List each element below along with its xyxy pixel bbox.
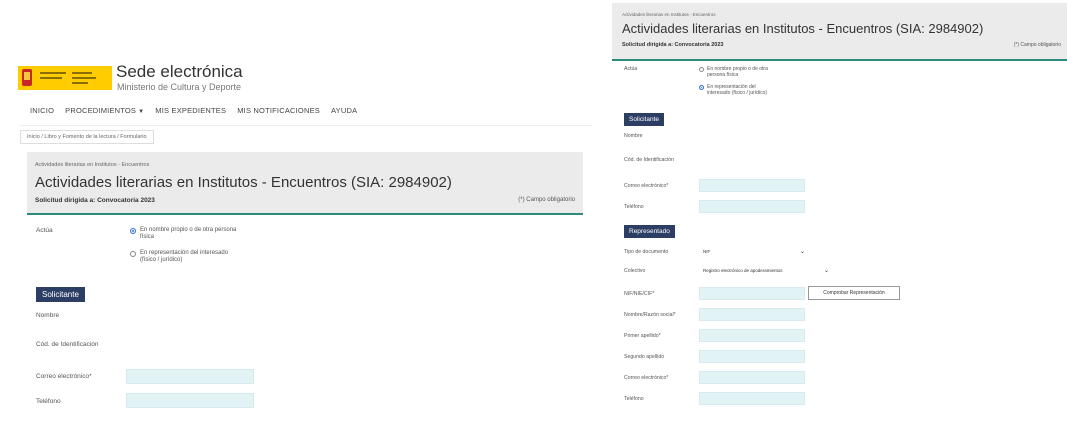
doc-type-label: Tipo de documento	[624, 249, 669, 255]
colectivo-value: Registro electrónico de apoderamientos	[703, 268, 783, 273]
nif-field[interactable]	[699, 287, 805, 300]
email-field[interactable]	[699, 179, 805, 192]
nif-label: NIF/NIE/CIF*	[624, 291, 655, 297]
radio-unselected-icon	[699, 67, 704, 72]
phone-label: Teléfono	[36, 398, 61, 405]
required-note: (*) Campo obligatorio	[518, 197, 575, 203]
caret-down-icon: ▼	[138, 109, 145, 115]
radio-representation-label: En representación del interesado (físico…	[707, 84, 768, 96]
rep-email-field[interactable]	[699, 371, 805, 384]
left-screenshot: Sede electrónica Ministerio de Cultura y…	[0, 0, 598, 425]
radio-unselected-icon	[130, 251, 136, 257]
government-logo[interactable]	[18, 66, 112, 90]
surname1-label: Primer apellido*	[624, 333, 661, 339]
email-label: Correo electrónico*	[36, 373, 92, 380]
surname2-label: Segundo apellido	[624, 354, 665, 360]
site-title: Sede electrónica	[116, 62, 243, 81]
section-solicitante: Solicitante	[36, 287, 85, 302]
email-field[interactable]	[126, 369, 254, 384]
nombre-label: Nombre	[36, 312, 60, 319]
phone-label: Teléfono	[624, 204, 644, 210]
nav-item-procedimientos[interactable]: PROCEDIMIENTOS ▼	[65, 106, 144, 115]
procedure-kicker: Actividades literarias en Institutos - E…	[622, 12, 716, 17]
rep-phone-field[interactable]	[699, 392, 805, 405]
actua-label: Actúa	[36, 227, 53, 234]
colectivo-label: Colectivo	[624, 268, 646, 274]
phone-field[interactable]	[699, 200, 805, 213]
name-field[interactable]	[699, 308, 805, 321]
main-nav: INICIO PROCEDIMIENTOS ▼ MIS EXPEDIENTES M…	[30, 106, 357, 115]
phone-field[interactable]	[126, 393, 254, 408]
radio-selected-icon	[699, 85, 704, 90]
site-subtitle: Ministerio de Cultura y Deporte	[117, 82, 242, 92]
section-solicitante: Solicitante	[624, 113, 664, 126]
page-title: Actividades literarias en Institutos - E…	[35, 174, 452, 191]
id-doc-label: Cód. de Identificación	[624, 157, 674, 163]
procedure-header: Actividades literarias en Institutos - E…	[612, 3, 1067, 61]
surname1-field[interactable]	[699, 329, 805, 342]
radio-selected-icon	[130, 228, 136, 234]
procedure-subtitle: Solicitud dirigida a: Convocatoria 2023	[35, 197, 155, 204]
chevron-down-icon: ⌄	[799, 249, 805, 255]
rep-phone-label: Teléfono	[624, 396, 644, 402]
actua-label: Actúa	[624, 66, 638, 72]
breadcrumb[interactable]: Inicio / Libro y Fomento de la lectura /…	[20, 130, 154, 144]
required-note: (*) Campo obligatorio	[1013, 42, 1061, 48]
section-representado: Representado	[624, 225, 675, 238]
radio-representation[interactable]: En representación del interesado (físico…	[699, 84, 779, 96]
radio-own-name-label: En nombre propio o de otra persona físic…	[707, 66, 768, 78]
radio-own-name[interactable]: En nombre propio o de otra persona físic…	[130, 227, 240, 241]
procedure-kicker: Actividades literarias en Institutos - E…	[35, 162, 150, 168]
nav-item-ayuda[interactable]: AYUDA	[331, 106, 357, 115]
radio-own-name-label: En nombre propio o de otra persona físic…	[140, 227, 237, 240]
radio-representation[interactable]: En representación del interesado (físico…	[130, 250, 240, 264]
colectivo-select[interactable]: Registro electrónico de apoderamientos ⌄	[699, 265, 829, 277]
procedure-subtitle: Solicitud dirigida a: Convocatoria 2023	[622, 42, 724, 48]
surname2-field[interactable]	[699, 350, 805, 363]
nombre-label: Nombre	[624, 133, 643, 139]
rep-email-label: Correo electrónico*	[624, 375, 669, 381]
check-representation-button[interactable]: Comprobar Representación	[808, 286, 900, 300]
email-label: Correo electrónico*	[624, 183, 669, 189]
nav-item-inicio[interactable]: INICIO	[30, 106, 54, 115]
radio-own-name[interactable]: En nombre propio o de otra persona físic…	[699, 66, 779, 78]
breadcrumb-bar: Inicio / Libro y Fomento de la lectura /…	[20, 125, 592, 145]
radio-representation-label: En representación del interesado (físico…	[140, 250, 229, 263]
name-label: Nombre/Razón social*	[624, 312, 676, 318]
procedure-header: Actividades literarias en Institutos - E…	[27, 152, 583, 215]
doc-type-select[interactable]: NIF ⌄	[699, 246, 805, 258]
id-doc-label: Cód. de Identificación	[36, 341, 99, 348]
nav-item-notificaciones[interactable]: MIS NOTIFICACIONES	[237, 106, 320, 115]
doc-type-value: NIF	[703, 249, 711, 254]
page-title: Actividades literarias en Institutos - E…	[622, 21, 984, 36]
coat-of-arms-icon	[22, 69, 32, 86]
chevron-down-icon: ⌄	[823, 268, 829, 274]
right-screenshot: Actividades literarias en Institutos - E…	[612, 0, 1067, 425]
nav-item-expedientes[interactable]: MIS EXPEDIENTES	[155, 106, 226, 115]
